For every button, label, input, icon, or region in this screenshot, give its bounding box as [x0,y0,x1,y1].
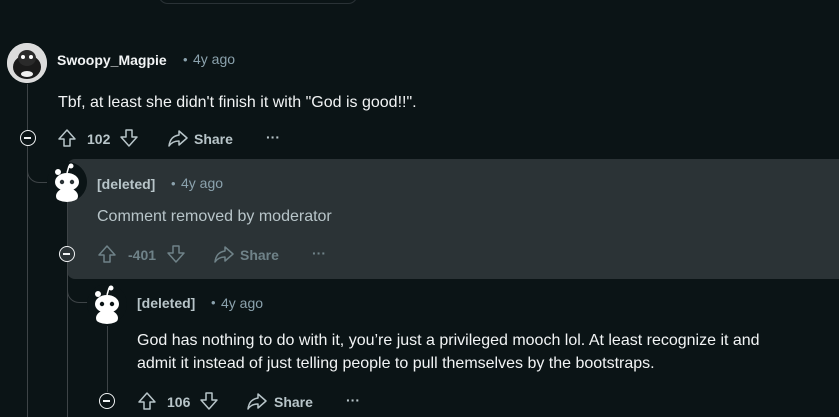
vote-score: 102 [87,131,111,147]
upvote-icon[interactable] [97,244,117,264]
separator-dot: • [183,52,188,67]
comment-time[interactable]: 4y ago [221,295,263,311]
share-button[interactable]: Share [194,131,233,147]
comment-body: Comment removed by moderator [97,208,332,225]
more-options-button[interactable]: ··· [266,129,280,145]
comment-author[interactable]: Swoopy_Magpie [57,52,167,68]
comment-time[interactable]: 4y ago [181,175,223,191]
downvote-icon[interactable] [199,391,219,411]
thread-elbow [67,262,88,303]
share-icon[interactable] [167,128,189,148]
thread-elbow [27,146,48,183]
comment-body: Tbf, at least she didn't finish it with … [58,94,417,111]
share-button[interactable]: Share [274,394,313,410]
snoo-avatar-icon [87,284,127,324]
collapse-thread-button[interactable] [20,130,36,146]
downvote-icon[interactable] [119,128,139,148]
comment-author: [deleted] [97,176,156,192]
user-avatar[interactable] [7,43,47,83]
more-options-button[interactable]: ··· [312,245,326,261]
snoo-avatar-icon [47,162,87,202]
share-icon[interactable] [213,244,235,264]
vote-score: 106 [167,394,191,410]
thread-line [27,146,28,417]
comment-body-line-2: admit it instead of just telling people … [137,355,655,372]
deleted-avatar [87,284,127,324]
thread-line [27,84,28,130]
thread-line [107,326,108,392]
separator-dot: • [211,295,216,310]
thread-line [67,202,68,246]
comment-time[interactable]: 4y ago [193,51,235,67]
top-pill [158,0,358,4]
upvote-icon[interactable] [57,128,77,148]
collapse-thread-button[interactable] [99,393,115,409]
collapse-thread-button[interactable] [59,246,75,262]
vote-score: -401 [128,247,157,263]
share-icon[interactable] [246,391,268,411]
upvote-icon[interactable] [137,391,157,411]
separator-dot: • [171,176,176,191]
share-button[interactable]: Share [240,247,279,263]
comment-body-line-1: God has nothing to do with it, you’re ju… [137,332,760,349]
deleted-avatar [47,162,87,202]
magpie-avatar-icon [7,43,47,83]
more-options-button[interactable]: ··· [346,392,360,408]
downvote-icon[interactable] [166,244,186,264]
comment-author: [deleted] [137,295,196,311]
